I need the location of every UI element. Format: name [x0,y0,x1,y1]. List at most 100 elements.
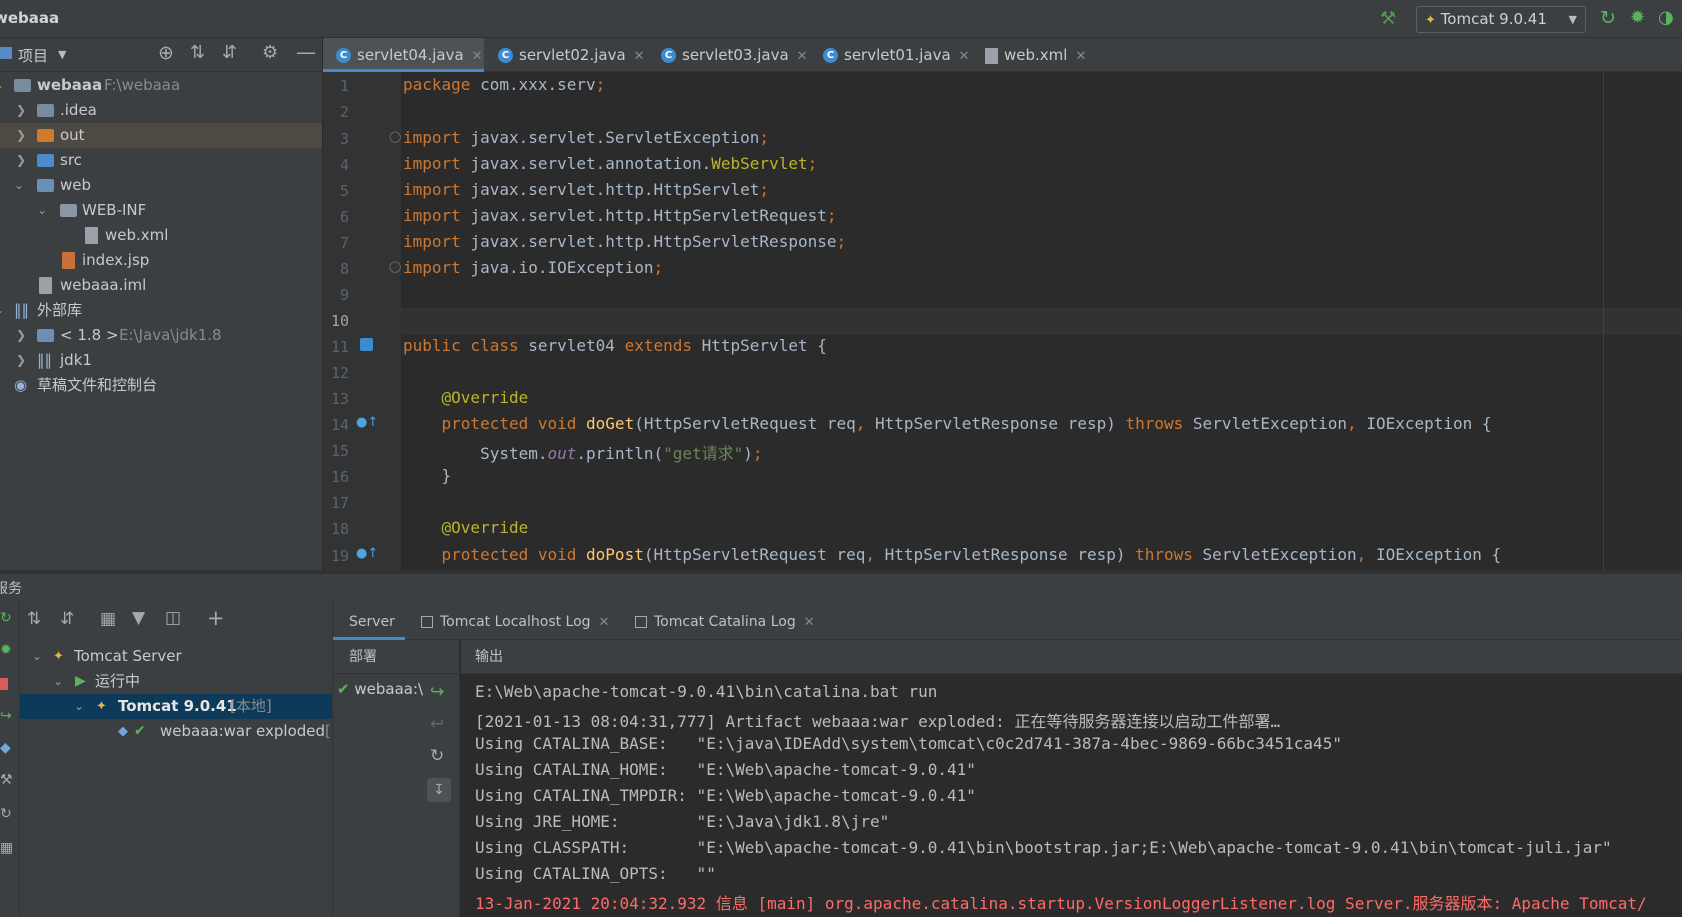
tab-label: servlet01.java [844,46,951,64]
stop-icon[interactable] [0,678,8,690]
svc-running[interactable]: ⌄ ▶ 运行中 [20,669,332,694]
close-icon[interactable]: ✕ [959,49,970,64]
tab-label: Tomcat Localhost Log [440,614,591,630]
refresh-icon[interactable]: ↻ [430,746,444,766]
title-bar: webaaa ⚒ ✦ Tomcat 9.0.41 ▼ ↻ ✹ ◑ [0,0,1682,38]
close-icon[interactable]: ✕ [472,49,483,64]
tab-label: servlet02.java [519,46,626,64]
minimize-icon[interactable]: — [296,40,316,64]
tree-item-external-libs[interactable]: ⌄ ‖‖ 外部库 [0,298,322,323]
artifact-icon[interactable]: ◆ [0,740,11,756]
close-icon[interactable]: ✕ [804,615,815,630]
expand-all-icon[interactable]: ⇅ [190,42,205,63]
tab-servlet01[interactable]: Cservlet01.java ✕ [810,38,971,72]
output-line: Using JRE_HOME: "E:\Java\jdk1.8\jre" [475,812,890,831]
line-number: 2 [339,103,349,121]
services-toolbar: ⇅ ⇵ ▦ ▼ ◫ + [0,600,332,640]
debug-icon[interactable]: ✹ [0,642,12,658]
tab-server[interactable]: Server [333,600,405,640]
tree-item-index-jsp[interactable]: index.jsp [0,248,322,273]
deploy-header-label: 部署 [349,649,377,665]
tree-item-src[interactable]: ❯ src [0,148,322,173]
tree-item-web[interactable]: ⌄ web [0,173,322,198]
close-icon[interactable]: ✕ [599,615,610,630]
fold-icon[interactable]: ◯ [389,260,401,273]
layout-icon[interactable]: ▦ [0,840,13,856]
svc-tomcat-instance[interactable]: ⌄ ✦ Tomcat 9.0.41 [本地] [20,694,332,719]
line-number: 4 [339,156,349,174]
tree-item-label: out [60,126,85,144]
tree-item-path: E:\Java\jdk1.8 [119,326,222,344]
output-console[interactable]: 输出 E:\Web\apache-tomcat-9.0.41\bin\catal… [461,640,1682,917]
line-number: 3 [339,130,349,148]
tree-item-out[interactable]: ❯ out [0,123,322,148]
output-tab-bar: Server Tomcat Localhost Log ✕ Tomcat Cata… [333,600,1682,640]
locate-icon[interactable]: ⊕ [158,42,174,64]
tab-localhost-log[interactable]: Tomcat Localhost Log ✕ [421,600,609,640]
tab-servlet04[interactable]: Cservlet04.java ✕ [323,38,484,72]
code-line-5: import javax.servlet.http.HttpServlet; [403,180,770,199]
chevron-right-icon: ❯ [16,353,27,367]
tree-item-web-xml[interactable]: web.xml [0,223,322,248]
override-icon[interactable]: ●↑ [356,546,378,561]
chevron-down-icon[interactable]: ▼ [58,48,66,61]
chevron-down-icon: ⌄ [32,649,43,663]
tree-item-web-inf[interactable]: ⌄ WEB-INF [0,198,322,223]
tree-item-jdk18[interactable]: ❯ < 1.8 > E:\Java\jdk1.8 [0,323,322,348]
deploy-icon[interactable]: ↪ [0,708,12,724]
editor-tab-bar: Cservlet04.java ✕ Cservlet02.java ✕ Cservl… [323,38,1682,72]
line-number: 19 [330,547,349,565]
undeploy-icon: ↩ [430,714,445,734]
rerun-icon[interactable]: ↻ [1600,7,1616,29]
deploy-icon[interactable]: ↪ [430,682,444,702]
project-view-selector[interactable]: 项目 [18,45,48,66]
rerun-icon[interactable]: ↻ [0,610,12,626]
java-class-icon: C [823,48,838,63]
coverage-icon[interactable]: ◑ [1658,7,1674,28]
code-line-1: package com.xxx.serv; [403,75,606,94]
tree-item-scratches[interactable]: ◉ 草稿文件和控制台 [0,373,322,398]
group-by-icon[interactable]: ▦ [100,609,116,629]
folder-icon [14,79,31,92]
tree-item-idea[interactable]: ❯ .idea [0,98,322,123]
scroll-to-end-icon[interactable]: ↧ [427,778,451,802]
tree-item-path: F:\webaaa [104,76,181,94]
tree-item-label: < 1.8 > [60,326,119,344]
tab-servlet02[interactable]: Cservlet02.java ✕ [485,38,646,72]
refresh-icon[interactable]: ↻ [0,806,12,822]
run-config-dropdown[interactable]: ✦ Tomcat 9.0.41 ▼ [1416,6,1586,33]
override-icon[interactable]: ●↑ [356,415,378,430]
tab-label: servlet04.java [357,46,464,64]
tree-item-label: webaaa.iml [60,276,147,294]
wrench-icon[interactable]: ⚒ [0,772,13,788]
svc-artifact[interactable]: ◆ ✔ webaaa:war exploded [i [20,719,335,744]
project-tree: ⌄ webaaa F:\webaaa ❯ .idea ❯ out ❯ src ⌄… [0,72,322,570]
debug-icon[interactable]: ✹ [1630,7,1645,28]
tree-item-iml[interactable]: webaaa.iml [0,273,322,298]
add-icon[interactable]: + [207,606,225,630]
svc-tomcat-server[interactable]: ⌄ ✦ Tomcat Server [20,644,332,669]
close-icon[interactable]: ✕ [634,49,645,64]
close-icon[interactable]: ✕ [1075,49,1086,64]
gear-icon[interactable]: ⚙ [262,42,278,63]
close-icon[interactable]: ✕ [797,49,808,64]
tab-servlet03[interactable]: Cservlet03.java ✕ [648,38,809,72]
services-title: 服务 [0,581,22,597]
filter-icon[interactable]: ▼ [132,608,145,628]
tree-item-jdk1[interactable]: ❯ ‖‖ jdk1 [0,348,322,373]
deploy-item[interactable]: ✔ webaaa:\ [337,680,423,698]
services-tree: ⌄ ✦ Tomcat Server ⌄ ▶ 运行中 ⌄ ✦ Tomcat 9.0… [20,640,335,917]
tree-item-webaaa[interactable]: ⌄ webaaa F:\webaaa [0,73,322,98]
fold-icon[interactable]: ◯ [389,130,401,143]
tab-catalina-log[interactable]: Tomcat Catalina Log ✕ [635,600,815,640]
code-line-7: import javax.servlet.http.HttpServletRes… [403,232,847,251]
expand-all-icon[interactable]: ⇅ [27,609,41,629]
library-icon: ‖‖ [37,351,52,369]
tab-web-xml[interactable]: web.xml ✕ [973,38,1103,72]
servlet-class-icon[interactable] [360,338,373,351]
tree-item-suffix: [本地] [230,697,272,715]
new-tab-icon[interactable]: ◫ [165,608,181,628]
collapse-all-icon[interactable]: ⇵ [222,42,237,63]
hammer-icon[interactable]: ⚒ [1380,8,1396,29]
collapse-all-icon[interactable]: ⇵ [60,609,74,629]
